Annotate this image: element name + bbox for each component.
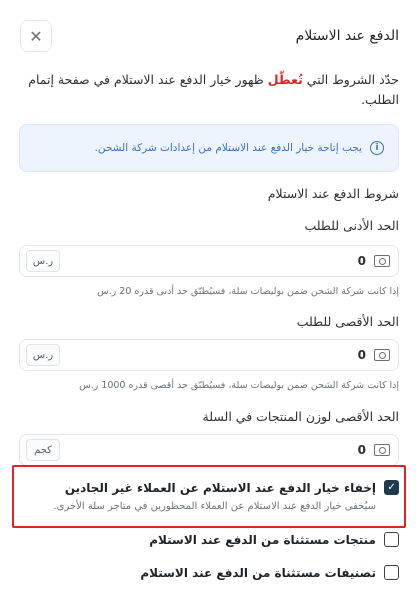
excluded-categories-checkbox[interactable] (384, 565, 399, 580)
excluded-categories-label: تصنيفات مستثناة من الدفع عند الاستلام (140, 566, 376, 580)
excluded-products-checkbox[interactable] (384, 532, 399, 547)
weight-icon (374, 444, 390, 456)
min-order-hint: إذا كانت شركة الشحن ضمن بوليصات سلة، فسي… (97, 286, 399, 297)
info-icon: i (370, 141, 384, 155)
hide-cod-text: إخفاء خيار الدفع عند الاستلام عن العملاء… (53, 480, 376, 514)
excluded-products-label: منتجات مستثناة من الدفع عند الاستلام (149, 533, 376, 547)
hide-cod-description: سيُخفى خيار الدفع عند الاستلام عن العملا… (53, 501, 376, 512)
min-order-label: الحد الأدنى للطلب (304, 218, 399, 233)
max-order-label: الحد الأقصى للطلب (296, 314, 399, 329)
info-text: يجب إتاحة خيار الدفع عند الاستلام من إعد… (94, 142, 362, 154)
intro-text: حدّد الشروط التي تُعطّل ظهور خيار الدفع … (19, 70, 399, 110)
max-weight-input[interactable]: 0 (358, 443, 366, 457)
close-button[interactable]: ✕ (20, 20, 52, 52)
hide-cod-checkbox[interactable]: ✓ (384, 480, 399, 495)
info-banner: i يجب إتاحة خيار الدفع عند الاستلام من إ… (19, 124, 399, 172)
modal-header: الدفع عند الاستلام ✕ (20, 20, 399, 52)
close-icon: ✕ (29, 26, 43, 46)
max-order-field[interactable]: 0 ر.س (19, 339, 399, 371)
currency-unit: ر.س (26, 344, 60, 366)
excluded-products-option[interactable]: منتجات مستثناة من الدفع عند الاستلام (149, 532, 399, 548)
min-order-value-wrap: 0 (358, 254, 390, 268)
intro-before: حدّد الشروط التي (302, 72, 399, 87)
cash-icon (374, 255, 390, 267)
max-order-value-wrap: 0 (358, 348, 390, 362)
cash-icon (374, 349, 390, 361)
intro-highlight: تُعطّل (267, 72, 303, 87)
max-weight-field[interactable]: 0 كجم (19, 434, 399, 466)
modal-title: الدفع عند الاستلام (295, 28, 399, 44)
excluded-categories-option[interactable]: تصنيفات مستثناة من الدفع عند الاستلام (140, 565, 399, 581)
max-weight-value-wrap: 0 (358, 443, 390, 457)
max-weight-label: الحد الأقصى لوزن المنتجات في السلة (202, 409, 399, 424)
currency-unit: ر.س (26, 250, 60, 272)
hide-cod-label: إخفاء خيار الدفع عند الاستلام عن العملاء… (64, 481, 376, 495)
section-title: شروط الدفع عند الاستلام (267, 186, 399, 201)
check-icon: ✓ (387, 482, 396, 493)
hide-cod-unserious-option[interactable]: ✓ إخفاء خيار الدفع عند الاستلام عن العمل… (53, 480, 399, 514)
weight-unit: كجم (26, 439, 60, 461)
min-order-input[interactable]: 0 (358, 254, 366, 268)
max-order-hint: إذا كانت شركة الشحن ضمن بوليصات سلة، فسي… (79, 380, 399, 391)
max-order-input[interactable]: 0 (358, 348, 366, 362)
min-order-field[interactable]: 0 ر.س (19, 245, 399, 277)
